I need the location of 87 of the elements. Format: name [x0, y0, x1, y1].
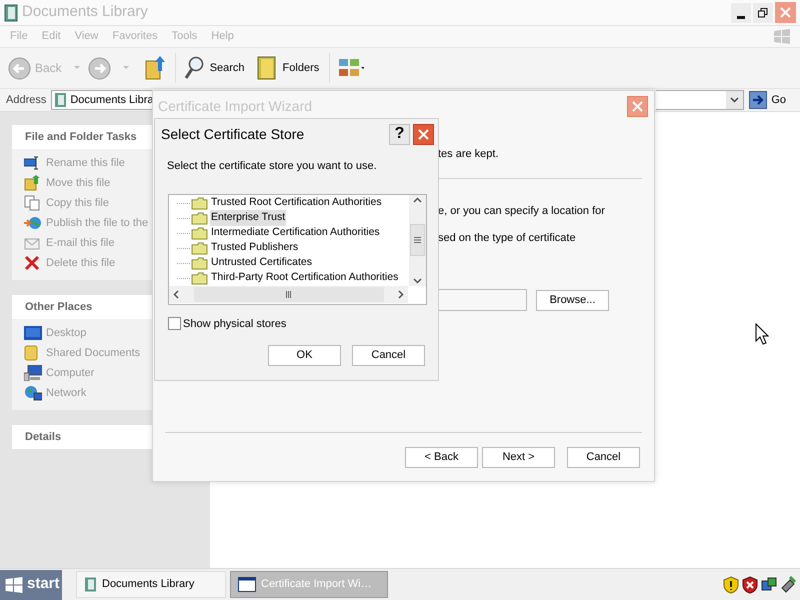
taskbar-button[interactable]: Documents Library [76, 571, 226, 598]
views-button[interactable] [338, 58, 364, 78]
chevron-up-icon [413, 196, 422, 202]
minimize-button[interactable] [731, 2, 751, 22]
library-icon [4, 4, 18, 22]
library-icon [54, 92, 68, 108]
checkbox-label: Show physical stores [183, 316, 286, 332]
folder-icon [191, 272, 208, 284]
envelope-icon [24, 236, 40, 250]
start-button[interactable]: start [0, 570, 62, 600]
chevron-down-icon [730, 97, 740, 103]
library-icon [84, 576, 97, 593]
dialog-prompt: Select the certificate store you want to use. [167, 160, 377, 172]
window-title: Documents Library [22, 2, 148, 22]
folder-icon [191, 226, 208, 240]
dropdown-arrow-icon [122, 66, 129, 70]
folder-icon [191, 212, 208, 224]
folder-icon [191, 196, 208, 210]
dropdown-arrow-icon [74, 66, 80, 70]
folder-up-icon [144, 55, 167, 81]
usb-device-icon [780, 576, 796, 594]
tree-item[interactable]: Third-Party Root Certification Authorities [210, 270, 400, 286]
search-icon [184, 56, 204, 80]
close-icon [780, 7, 791, 18]
views-icon [338, 58, 364, 78]
close-button[interactable] [413, 124, 434, 144]
tree-item[interactable]: Trusted Root Certification Authorities [210, 195, 383, 211]
shield-error-icon [742, 576, 758, 594]
horizontal-scrollbar[interactable] [169, 286, 408, 302]
browse-button[interactable]: Browse... [536, 290, 609, 310]
arrow-right-icon [749, 91, 768, 109]
wizard-button[interactable]: < Back [405, 447, 478, 468]
windows-logo-icon [4, 576, 24, 594]
chevron-down-icon [413, 278, 422, 284]
dialog-button[interactable]: OK [268, 345, 341, 366]
delete-icon [24, 255, 40, 271]
restore-button[interactable] [753, 2, 773, 22]
windows-logo-icon [773, 28, 791, 45]
minimize-icon [737, 16, 745, 18]
folder-icon [191, 256, 208, 270]
panel-header[interactable]: File and Folder Tasks [12, 125, 152, 149]
network-icon [24, 385, 42, 401]
close-icon [418, 128, 429, 140]
wizard-text: tes are kept. [438, 148, 499, 160]
dialog-title: Select Certificate Store [161, 124, 304, 144]
store-path-field[interactable] [437, 289, 527, 311]
wizard-text: sed on the type of certificate [438, 230, 577, 246]
folders-button[interactable]: Folders [256, 53, 330, 83]
mouse-cursor-icon [755, 323, 769, 345]
chevron-left-icon [173, 290, 179, 298]
desktop-icon [24, 326, 42, 340]
address-label: Address [6, 92, 46, 108]
tree-item[interactable]: Enterprise Trust [210, 210, 286, 226]
wizard-button[interactable]: Next > [482, 447, 555, 468]
checkbox[interactable] [168, 317, 181, 330]
folder-icon [24, 345, 38, 361]
search-button[interactable]: Search [184, 56, 245, 80]
close-icon [632, 100, 643, 112]
grip-icon [286, 290, 292, 298]
go-button[interactable]: Go [749, 91, 786, 109]
wizard-button[interactable]: Cancel [567, 447, 640, 468]
help-button[interactable]: ? [389, 124, 410, 144]
tree-item[interactable]: Intermediate Certification Authorities [210, 225, 381, 241]
dialog-button[interactable]: Cancel [352, 345, 425, 366]
tree-item[interactable]: Untrusted Certificates [210, 255, 313, 271]
window-icon [238, 577, 256, 592]
shield-warning-icon [723, 576, 739, 594]
panel-header[interactable]: Other Places [12, 295, 152, 319]
up-folder-button[interactable] [144, 53, 176, 83]
globe-icon [24, 215, 42, 231]
folder-icon [191, 242, 208, 254]
vertical-scrollbar[interactable] [409, 194, 426, 286]
computer-icon [24, 365, 42, 381]
dropdown-button[interactable] [726, 91, 744, 109]
panel-header[interactable]: Details [12, 425, 152, 449]
folder-arrow-icon [24, 175, 40, 191]
scroll-thumb[interactable] [410, 224, 425, 256]
copy-icon [24, 195, 40, 211]
scroll-thumb[interactable] [194, 286, 384, 302]
grip-icon [414, 237, 421, 243]
restore-icon [758, 8, 768, 18]
chevron-right-icon [398, 290, 404, 298]
close-button[interactable] [627, 96, 648, 116]
tree-item[interactable]: Trusted Publishers [210, 240, 300, 256]
network-icon [761, 576, 777, 594]
folders-icon [256, 55, 277, 81]
rename-icon [24, 156, 40, 170]
